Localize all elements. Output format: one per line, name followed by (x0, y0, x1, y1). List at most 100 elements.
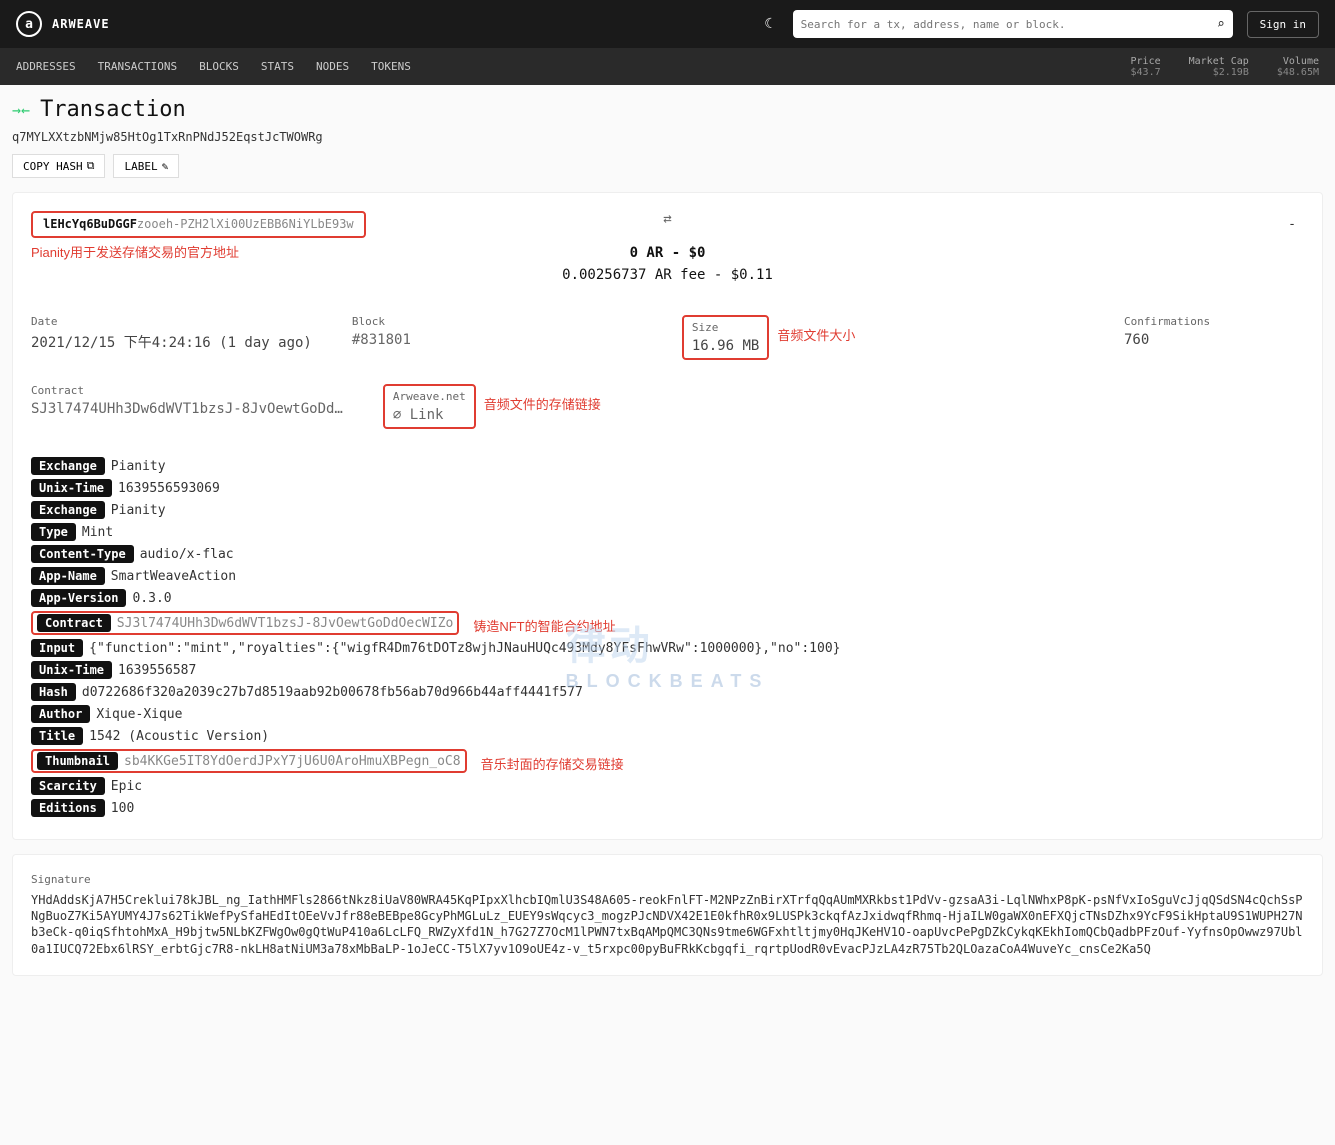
label-button[interactable]: LABEL✎ (113, 154, 179, 178)
contract-value[interactable]: SJ3l7474UHh3Dw6dWVT1bzsJ-8JvOewtGoDd… (31, 401, 343, 417)
tag-key: Author (31, 705, 90, 723)
tx-card: 律动 BLOCKBEATS lEHcYq6BuDGGFzooeh-PZH2lXi… (12, 192, 1323, 840)
tag-key: Exchange (31, 457, 105, 475)
tag-key: App-Version (31, 589, 126, 607)
confirmations-value: 760 (1124, 332, 1304, 348)
tag-key: Input (31, 639, 83, 657)
annotation-arweave: 音频文件的存储链接 (484, 394, 601, 413)
tag-value: audio/x-flac (140, 547, 234, 562)
theme-toggle-icon[interactable]: ☾ (755, 16, 783, 32)
stat-volume: Volume$48.65M (1277, 56, 1319, 78)
from-address-box[interactable]: lEHcYq6BuDGGFzooeh-PZH2lXi00UzEBB6NiYLbE… (31, 211, 366, 238)
nav-stats[interactable]: STATS (261, 60, 294, 73)
tag-row: ScarcityEpic (31, 777, 1304, 795)
tx-direction-icon: →← (12, 101, 30, 119)
tag-row: Type Mint (31, 523, 1304, 541)
tag-key: Content-Type (31, 545, 134, 563)
annotation: 铸造NFT的智能合约地址 (473, 616, 615, 635)
swap-icon: ⇄ (562, 211, 773, 227)
tag-row: Author Xique-Xique (31, 705, 1304, 723)
tag-key: Editions (31, 799, 105, 817)
tag-row: App-Name SmartWeaveAction (31, 567, 1304, 585)
tag-value: Xique-Xique (96, 707, 182, 722)
stat-price: Price$43.7 (1131, 56, 1161, 78)
tag-row: App-Version0.3.0 (31, 589, 1304, 607)
tag-value[interactable]: sb4KKGe5IT8YdOerdJPxY7jU6U0AroHmuXBPegn_… (124, 754, 461, 769)
tag-value: 1639556587 (118, 663, 196, 678)
logo-icon: a (16, 11, 42, 37)
nav-items: ADDRESSES TRANSACTIONS BLOCKS STATS NODE… (16, 60, 411, 73)
nav-tokens[interactable]: TOKENS (371, 60, 411, 73)
date-value: 2021/12/15 下午4:24:16 (1 day ago) (31, 332, 312, 352)
title-row: →← Transaction (12, 97, 1323, 122)
tag-key: Hash (31, 683, 76, 701)
tag-value: Mint (82, 525, 113, 540)
highlighted-tag: Thumbnail sb4KKGe5IT8YdOerdJPxY7jU6U0AroH… (31, 749, 467, 773)
annotation: 音乐封面的存储交易链接 (481, 754, 624, 773)
date-label: Date (31, 315, 312, 328)
tag-row: Hash d0722686f320a2039c27b7d8519aab92b006… (31, 683, 1304, 701)
subheader: ADDRESSES TRANSACTIONS BLOCKS STATS NODE… (0, 48, 1335, 85)
tag-row: Contract SJ3l7474UHh3Dw6dWVT1bzsJ-8JvOewt… (31, 611, 1304, 635)
search-box[interactable]: ⌕ (793, 10, 1233, 38)
arweave-link-box[interactable]: Arweave.net ⌀ Link (383, 384, 476, 429)
tag-value: {"function":"mint","royalties":{"wigfR4D… (89, 641, 840, 656)
logo[interactable]: a ARWEAVE (16, 11, 110, 37)
tag-value[interactable]: SJ3l7474UHh3Dw6dWVT1bzsJ-8JvOewtGoDdOecW… (117, 616, 454, 631)
tag-key: Unix-Time (31, 661, 112, 679)
edit-icon: ✎ (162, 160, 169, 173)
tag-row: ExchangePianity (31, 501, 1304, 519)
size-box: Size 16.96 MB (682, 315, 769, 360)
nav-nodes[interactable]: NODES (316, 60, 349, 73)
tag-row: Unix-Time 1639556587 (31, 661, 1304, 679)
page: →← Transaction q7MYLXXtzbNMjw85HtOg1TxRn… (0, 85, 1335, 1002)
tag-value: 1542 (Acoustic Version) (89, 729, 269, 744)
tag-row: Content-Type audio/x-flac (31, 545, 1304, 563)
tags-list: Exchange Pianity Unix-Time1639556593069 Exc… (31, 457, 1304, 817)
search-icon[interactable]: ⌕ (1217, 17, 1225, 32)
signature-value: YHdAddsKjA7H5Creklui78kJBL_ng_IathHMFls2… (31, 892, 1304, 957)
tag-row: Title1542 (Acoustic Version) (31, 727, 1304, 745)
logo-text: ARWEAVE (52, 17, 110, 31)
signature-label: Signature (31, 873, 1304, 886)
tag-value: SmartWeaveAction (111, 569, 236, 584)
tag-key: Type (31, 523, 76, 541)
highlighted-tag: Contract SJ3l7474UHh3Dw6dWVT1bzsJ-8JvOewt… (31, 611, 459, 635)
tx-hash: q7MYLXXtzbNMjw85HtOg1TxRnPNdJ52EqstJcTWO… (12, 130, 1323, 144)
page-title: Transaction (40, 97, 186, 122)
amount: 0 AR - $0 (562, 245, 773, 261)
size-value: 16.96 MB (692, 338, 759, 354)
tag-key: Thumbnail (37, 752, 118, 770)
fee: 0.00256737 AR fee - $0.11 (562, 267, 773, 283)
size-label: Size (692, 321, 759, 334)
tag-key: Exchange (31, 501, 105, 519)
tag-row: Thumbnail sb4KKGe5IT8YdOerdJPxY7jU6U0AroH… (31, 749, 1304, 773)
nav-addresses[interactable]: ADDRESSES (16, 60, 76, 73)
tag-key: Scarcity (31, 777, 105, 795)
header: a ARWEAVE ☾ ⌕ Sign in (0, 0, 1335, 48)
from-addr-suffix: zooeh-PZH2lXi00UzEBB6NiYLbE93w (137, 217, 354, 231)
stat-marketcap: Market Cap$2.19B (1189, 56, 1249, 78)
block-value[interactable]: #831801 (352, 332, 532, 348)
annotation-size: 音频文件大小 (777, 325, 855, 344)
header-stats: Price$43.7 Market Cap$2.19B Volume$48.65… (1131, 56, 1319, 78)
tag-key: App-Name (31, 567, 105, 585)
search-input[interactable] (801, 18, 1217, 31)
tag-value: 100 (111, 801, 134, 816)
to-address: - (1288, 217, 1296, 232)
block-label: Block (352, 315, 532, 328)
tag-value: Pianity (111, 459, 166, 474)
confirmations-label: Confirmations (1124, 315, 1304, 328)
arweave-label: Arweave.net (393, 390, 466, 403)
nav-blocks[interactable]: BLOCKS (199, 60, 239, 73)
signin-button[interactable]: Sign in (1247, 11, 1319, 38)
tag-row: Unix-Time1639556593069 (31, 479, 1304, 497)
copy-hash-button[interactable]: COPY HASH⧉ (12, 154, 105, 178)
tag-row: Exchange Pianity (31, 457, 1304, 475)
nav-transactions[interactable]: TRANSACTIONS (98, 60, 177, 73)
tag-key: Unix-Time (31, 479, 112, 497)
tag-value: d0722686f320a2039c27b7d8519aab92b00678fb… (82, 685, 583, 700)
arweave-link[interactable]: ⌀ Link (393, 407, 466, 423)
tag-key: Contract (37, 614, 111, 632)
tag-row: Input {"function":"mint","royalties":{"wi… (31, 639, 1304, 657)
